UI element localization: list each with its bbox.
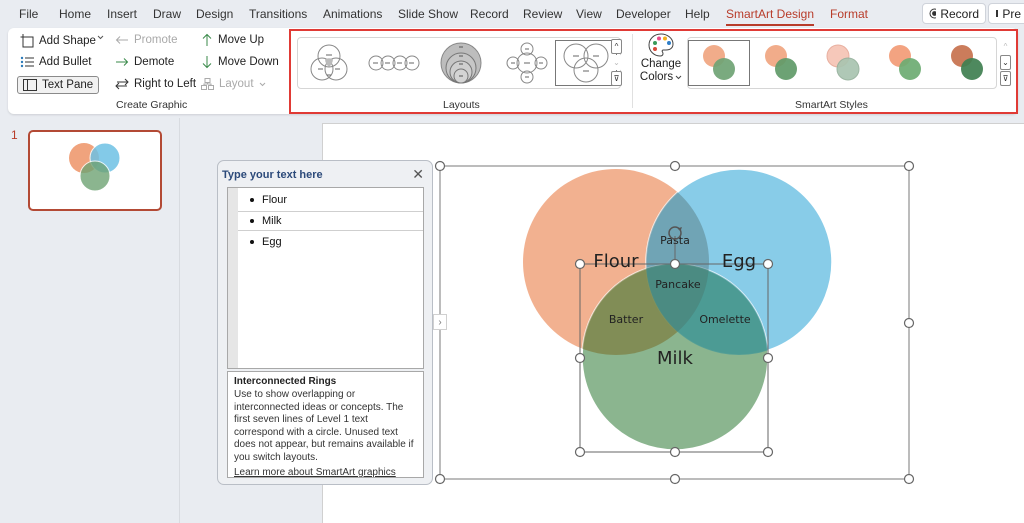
label-milk[interactable]: Milk — [657, 348, 694, 369]
list-item[interactable]: Egg — [238, 232, 423, 252]
resize-handle[interactable] — [903, 317, 915, 329]
list-item[interactable]: Milk — [238, 211, 423, 231]
resize-handle[interactable] — [574, 446, 586, 458]
resize-handle[interactable] — [574, 258, 586, 270]
text-pane-gutter — [228, 188, 238, 368]
chevron-right-icon: › — [438, 316, 442, 328]
list-item-text: Flour — [262, 194, 288, 206]
resize-handle[interactable] — [669, 446, 681, 458]
label-egg[interactable]: Egg — [722, 251, 756, 272]
list-item-text: Egg — [262, 236, 282, 248]
resize-handle[interactable] — [669, 473, 681, 485]
resize-handle[interactable] — [434, 473, 446, 485]
label-pasta[interactable]: Pasta — [660, 234, 690, 247]
smartart-diagram: Flour Egg Milk Pasta Pancake Batter Omel… — [434, 160, 915, 485]
bullet-icon — [250, 240, 254, 244]
label-batter[interactable]: Batter — [609, 313, 644, 326]
bullet-icon — [250, 219, 254, 223]
learn-more-link[interactable]: Learn more about SmartArt graphics — [234, 467, 417, 478]
label-omelette[interactable]: Omelette — [699, 313, 751, 326]
label-pancake[interactable]: Pancake — [655, 278, 701, 291]
text-pane-list[interactable]: Flour Milk Egg — [227, 187, 424, 369]
text-pane-title: Type your text here — [222, 169, 323, 181]
bullet-icon — [250, 198, 254, 202]
text-pane-toggle-button[interactable]: › — [433, 314, 447, 330]
resize-handle[interactable] — [669, 258, 681, 270]
resize-handle[interactable] — [669, 160, 681, 172]
layout-description-body: Use to show overlapping or interconnecte… — [234, 389, 414, 463]
smartart-text-pane: Type your text here ✕ Flour Milk Egg Int… — [217, 160, 433, 485]
list-item-text: Milk — [262, 215, 282, 227]
resize-handle[interactable] — [762, 258, 774, 270]
resize-handle[interactable] — [903, 160, 915, 172]
resize-handle[interactable] — [762, 446, 774, 458]
layout-description-title: Interconnected Rings — [234, 376, 337, 387]
resize-handle[interactable] — [762, 352, 774, 364]
close-icon[interactable]: ✕ — [412, 166, 424, 183]
resize-handle[interactable] — [574, 352, 586, 364]
resize-handle[interactable] — [434, 160, 446, 172]
resize-handle[interactable] — [903, 473, 915, 485]
label-flour[interactable]: Flour — [593, 251, 639, 272]
list-item[interactable]: Flour — [238, 190, 423, 210]
layout-description: Interconnected Rings Use to show overlap… — [227, 371, 424, 478]
